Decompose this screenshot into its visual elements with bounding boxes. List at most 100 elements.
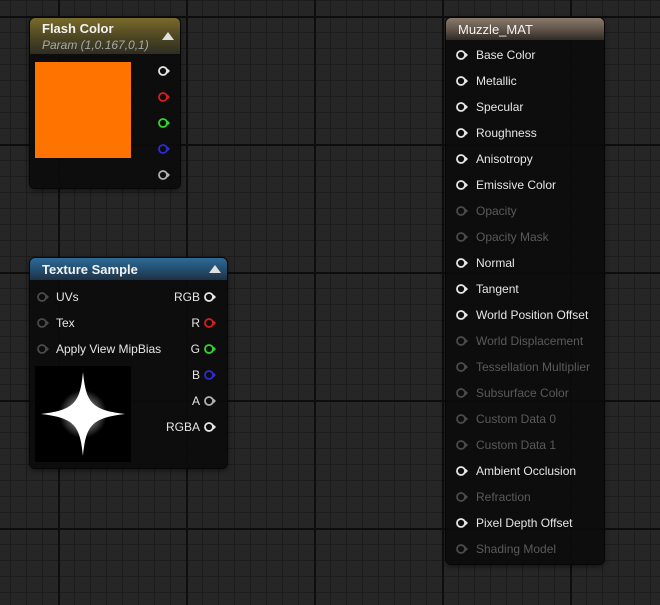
- texture-sample-header[interactable]: Texture Sample: [30, 258, 227, 280]
- input-pin-icon: [456, 544, 468, 554]
- output-pin-rgba[interactable]: [156, 58, 176, 84]
- input-pin[interactable]: Tex: [36, 310, 156, 336]
- input-pin-icon[interactable]: [456, 49, 468, 61]
- material-input-label: Base Color: [476, 48, 536, 62]
- input-pin-icon[interactable]: [456, 179, 468, 191]
- material-input-pin[interactable]: Ambient Occlusion: [456, 458, 602, 484]
- material-input-pin[interactable]: Roughness: [456, 120, 602, 146]
- input-pin-label: UVs: [56, 290, 79, 304]
- material-input-label: Normal: [476, 256, 515, 270]
- material-input-pin[interactable]: Emissive Color: [456, 172, 602, 198]
- material-input-label: World Position Offset: [476, 308, 589, 322]
- node-title: Muzzle_MAT: [458, 22, 533, 37]
- material-input-label: Opacity Mask: [476, 230, 549, 244]
- material-input-label: Tessellation Multiplier: [476, 360, 591, 374]
- output-pin-label: RGBA: [165, 420, 200, 434]
- output-pin-label: B: [191, 368, 200, 382]
- material-input-label: Custom Data 0: [476, 412, 557, 426]
- input-pin-icon: [456, 414, 468, 424]
- material-input-pin: Subsurface Color: [456, 380, 602, 406]
- input-pin-icon[interactable]: [456, 127, 468, 139]
- output-pin-b[interactable]: B: [140, 362, 222, 388]
- pin-rgba-icon[interactable]: [158, 65, 170, 77]
- material-input-pin[interactable]: Normal: [456, 250, 602, 276]
- input-pin[interactable]: Apply View MipBias: [36, 336, 161, 362]
- output-pin-icon[interactable]: [204, 317, 216, 329]
- material-input-pin: Opacity: [456, 198, 602, 224]
- output-pin-label: R: [191, 316, 200, 330]
- input-pin-icon[interactable]: [456, 75, 468, 87]
- input-pin-icon[interactable]: [456, 465, 468, 477]
- input-pin-icon[interactable]: [456, 257, 468, 269]
- material-input-pin[interactable]: Metallic: [456, 68, 602, 94]
- material-input-label: Anisotropy: [476, 152, 533, 166]
- input-pin-icon: [456, 388, 468, 398]
- material-input-label: Subsurface Color: [476, 386, 569, 400]
- output-pin-icon[interactable]: [204, 395, 216, 407]
- output-pin-r[interactable]: [156, 84, 176, 110]
- input-pin[interactable]: UVs: [36, 284, 156, 310]
- node-title: Texture Sample: [42, 262, 138, 277]
- input-pin-icon[interactable]: [37, 343, 49, 355]
- input-pin-icon[interactable]: [456, 283, 468, 295]
- input-pin-icon: [456, 232, 468, 242]
- output-pin-rgb[interactable]: RGB: [140, 284, 222, 310]
- material-input-pin: Refraction: [456, 484, 602, 510]
- material-input-pin[interactable]: Pixel Depth Offset: [456, 510, 602, 536]
- material-input-pin[interactable]: World Position Offset: [456, 302, 602, 328]
- material-input-label: Roughness: [476, 126, 537, 140]
- material-input-pin[interactable]: Tangent: [456, 276, 602, 302]
- output-pin-a[interactable]: A: [140, 388, 222, 414]
- input-pin-icon: [456, 336, 468, 346]
- input-pin-icon: [456, 206, 468, 216]
- output-pin-rgba[interactable]: RGBA: [140, 414, 222, 440]
- texture-sample-node[interactable]: Texture Sample UVs Tex Apply View MipBias …: [30, 258, 227, 468]
- input-pin-icon[interactable]: [456, 517, 468, 529]
- input-pin-icon: [456, 362, 468, 372]
- star-sparkle-icon: [41, 372, 125, 456]
- pin-r-icon[interactable]: [158, 91, 170, 103]
- material-input-label: Custom Data 1: [476, 438, 557, 452]
- output-pin-r[interactable]: R: [140, 310, 222, 336]
- output-pin-a[interactable]: [156, 162, 176, 188]
- material-input-label: Specular: [476, 100, 524, 114]
- pin-g-icon[interactable]: [158, 117, 170, 129]
- material-input-label: Pixel Depth Offset: [476, 516, 573, 530]
- pin-a-icon[interactable]: [158, 169, 170, 181]
- material-input-pin: Shading Model: [456, 536, 602, 562]
- input-pin-icon[interactable]: [456, 309, 468, 321]
- collapse-arrow-icon[interactable]: [162, 32, 174, 40]
- output-pin-icon[interactable]: [204, 369, 216, 381]
- material-input-pin: Custom Data 0: [456, 406, 602, 432]
- input-pin-icon[interactable]: [456, 153, 468, 165]
- output-pin-icon[interactable]: [204, 421, 216, 433]
- material-header[interactable]: Muzzle_MAT: [446, 18, 604, 40]
- material-input-pin: Opacity Mask: [456, 224, 602, 250]
- input-pin-icon[interactable]: [37, 317, 49, 329]
- flash-color-header[interactable]: Flash Color Param (1,0.167,0,1): [30, 18, 180, 54]
- flash-color-node[interactable]: Flash Color Param (1,0.167,0,1): [30, 18, 180, 188]
- input-pin-icon[interactable]: [37, 291, 49, 303]
- output-pin-label: RGB: [173, 290, 200, 304]
- material-node[interactable]: Muzzle_MAT Base Color Metallic Specular Rou…: [446, 18, 604, 564]
- texture-preview: [35, 366, 131, 462]
- material-input-pin[interactable]: Specular: [456, 94, 602, 120]
- output-pin-g[interactable]: [156, 110, 176, 136]
- input-pin-icon: [456, 440, 468, 450]
- material-input-pin[interactable]: Base Color: [456, 42, 602, 68]
- input-pin-label: Tex: [56, 316, 75, 330]
- material-input-label: Ambient Occlusion: [476, 464, 577, 478]
- material-input-pin[interactable]: Anisotropy: [456, 146, 602, 172]
- output-pin-b[interactable]: [156, 136, 176, 162]
- pin-b-icon[interactable]: [158, 143, 170, 155]
- material-input-pin: World Displacement: [456, 328, 602, 354]
- input-pin-icon[interactable]: [456, 101, 468, 113]
- output-pin-g[interactable]: G: [140, 336, 222, 362]
- output-pin-icon[interactable]: [204, 343, 216, 355]
- node-subtitle: Param (1,0.167,0,1): [42, 38, 149, 52]
- output-pin-icon[interactable]: [204, 291, 216, 303]
- material-input-pin: Custom Data 1: [456, 432, 602, 458]
- material-input-label: Metallic: [476, 74, 517, 88]
- collapse-arrow-icon[interactable]: [209, 265, 221, 273]
- material-input-label: Refraction: [476, 490, 531, 504]
